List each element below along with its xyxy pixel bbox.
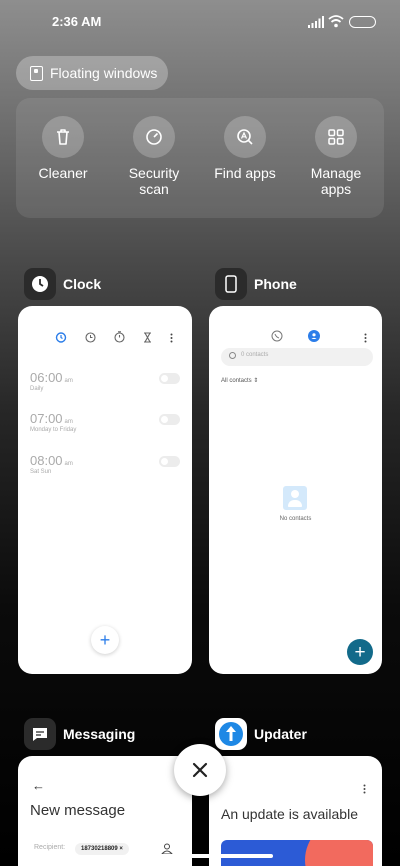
alarm-toggle[interactable]: [159, 373, 180, 384]
find-apps-label: Find apps: [214, 165, 276, 181]
find-apps-icon: [224, 116, 266, 158]
alarm-time: 06:00 am: [30, 370, 73, 385]
phone-app-header[interactable]: Phone: [215, 268, 297, 300]
back-arrow-icon[interactable]: ←: [32, 778, 45, 793]
status-time: 2:36 AM: [52, 14, 102, 29]
alarm-time: 07:00 am: [30, 411, 73, 426]
search-placeholder: 0 contacts: [241, 352, 269, 358]
more-options-icon[interactable]: [170, 330, 173, 348]
messaging-app-header[interactable]: Messaging: [24, 718, 135, 750]
messaging-app-card[interactable]: ← New message Recipient: 18730218809 ×: [18, 756, 192, 866]
gauge-icon: [133, 116, 175, 158]
world-clock-icon[interactable]: [85, 330, 96, 348]
phone-icon: [215, 268, 247, 300]
clock-icon: [24, 268, 56, 300]
floating-windows-button[interactable]: Floating windows: [16, 56, 168, 90]
stopwatch-icon[interactable]: [114, 330, 125, 348]
recipient-label: Recipient:: [34, 844, 66, 851]
clock-app-name: Clock: [63, 276, 102, 292]
more-options-icon[interactable]: [363, 781, 366, 799]
floating-windows-label: Floating windows: [50, 65, 158, 81]
manage-apps-label: Manage apps: [310, 165, 362, 197]
alarm-clock-icon[interactable]: [55, 330, 67, 348]
security-scan-button[interactable]: Security scan: [112, 116, 196, 197]
manage-apps-button[interactable]: Manage apps: [294, 116, 378, 197]
home-indicator[interactable]: [128, 854, 273, 858]
call-log-icon[interactable]: [271, 329, 283, 347]
clock-app-header[interactable]: Clock: [24, 268, 101, 300]
alarm-repeat: Sat Sun: [30, 469, 52, 475]
grid-icon: [315, 116, 357, 158]
clock-app-card[interactable]: 06:00 am Daily 07:00 am Monday to Friday 0…: [18, 306, 192, 674]
contacts-tab-icon[interactable]: [308, 329, 320, 347]
alarm-toggle[interactable]: [159, 414, 180, 425]
no-contacts-text: No contacts: [279, 516, 312, 522]
clock-tab-bar: [18, 330, 192, 344]
cleaner-label: Cleaner: [38, 165, 88, 181]
alarm-item[interactable]: 07:00 am Monday to Friday: [30, 411, 180, 437]
messaging-app-name: Messaging: [63, 726, 136, 742]
quick-tools-panel: Cleaner Security scan Find apps Manage a…: [16, 98, 384, 218]
security-scan-label: Security scan: [128, 165, 180, 197]
clear-all-button[interactable]: [174, 744, 226, 796]
messaging-icon: [24, 718, 56, 750]
contacts-filter-dropdown[interactable]: All contacts ⇕: [221, 377, 258, 384]
floating-window-icon: [30, 65, 43, 81]
new-message-title: New message: [30, 802, 126, 819]
alarm-time: 08:00 am: [30, 453, 73, 468]
alarm-item[interactable]: 08:00 am Sat Sun: [30, 453, 180, 479]
signal-icon: [308, 16, 324, 28]
alarm-item[interactable]: 06:00 am Daily: [30, 370, 180, 396]
trash-icon: [42, 116, 84, 158]
chevron-updown-icon: ⇕: [253, 378, 259, 384]
add-contact-button[interactable]: +: [347, 639, 373, 665]
wifi-icon: [328, 15, 344, 28]
update-banner-image: [221, 840, 373, 866]
timer-icon[interactable]: [143, 330, 152, 348]
cleaner-button[interactable]: Cleaner: [21, 116, 105, 181]
phone-app-name: Phone: [254, 276, 297, 292]
contact-placeholder-icon: [283, 486, 307, 510]
updater-app-header[interactable]: Updater: [215, 718, 307, 750]
contacts-search-input[interactable]: 0 contacts: [221, 348, 373, 366]
status-bar: 2:36 AM: [0, 0, 400, 44]
search-icon: [229, 352, 236, 359]
updater-icon: [215, 718, 247, 750]
alarm-repeat: Daily: [30, 386, 44, 392]
add-alarm-button[interactable]: +: [91, 626, 119, 654]
recipient-chip[interactable]: 18730218809 ×: [75, 843, 129, 855]
battery-icon: [349, 16, 376, 28]
find-apps-button[interactable]: Find apps: [203, 116, 287, 181]
close-icon: [192, 762, 208, 778]
more-options-icon[interactable]: [364, 330, 367, 348]
update-available-title: An update is available: [221, 806, 358, 822]
alarm-repeat: Monday to Friday: [30, 427, 77, 433]
updater-app-card[interactable]: An update is available: [209, 756, 382, 866]
updater-app-name: Updater: [254, 726, 307, 742]
phone-app-card[interactable]: 0 contacts All contacts ⇕ No contacts +: [209, 306, 382, 674]
alarm-toggle[interactable]: [159, 456, 180, 467]
